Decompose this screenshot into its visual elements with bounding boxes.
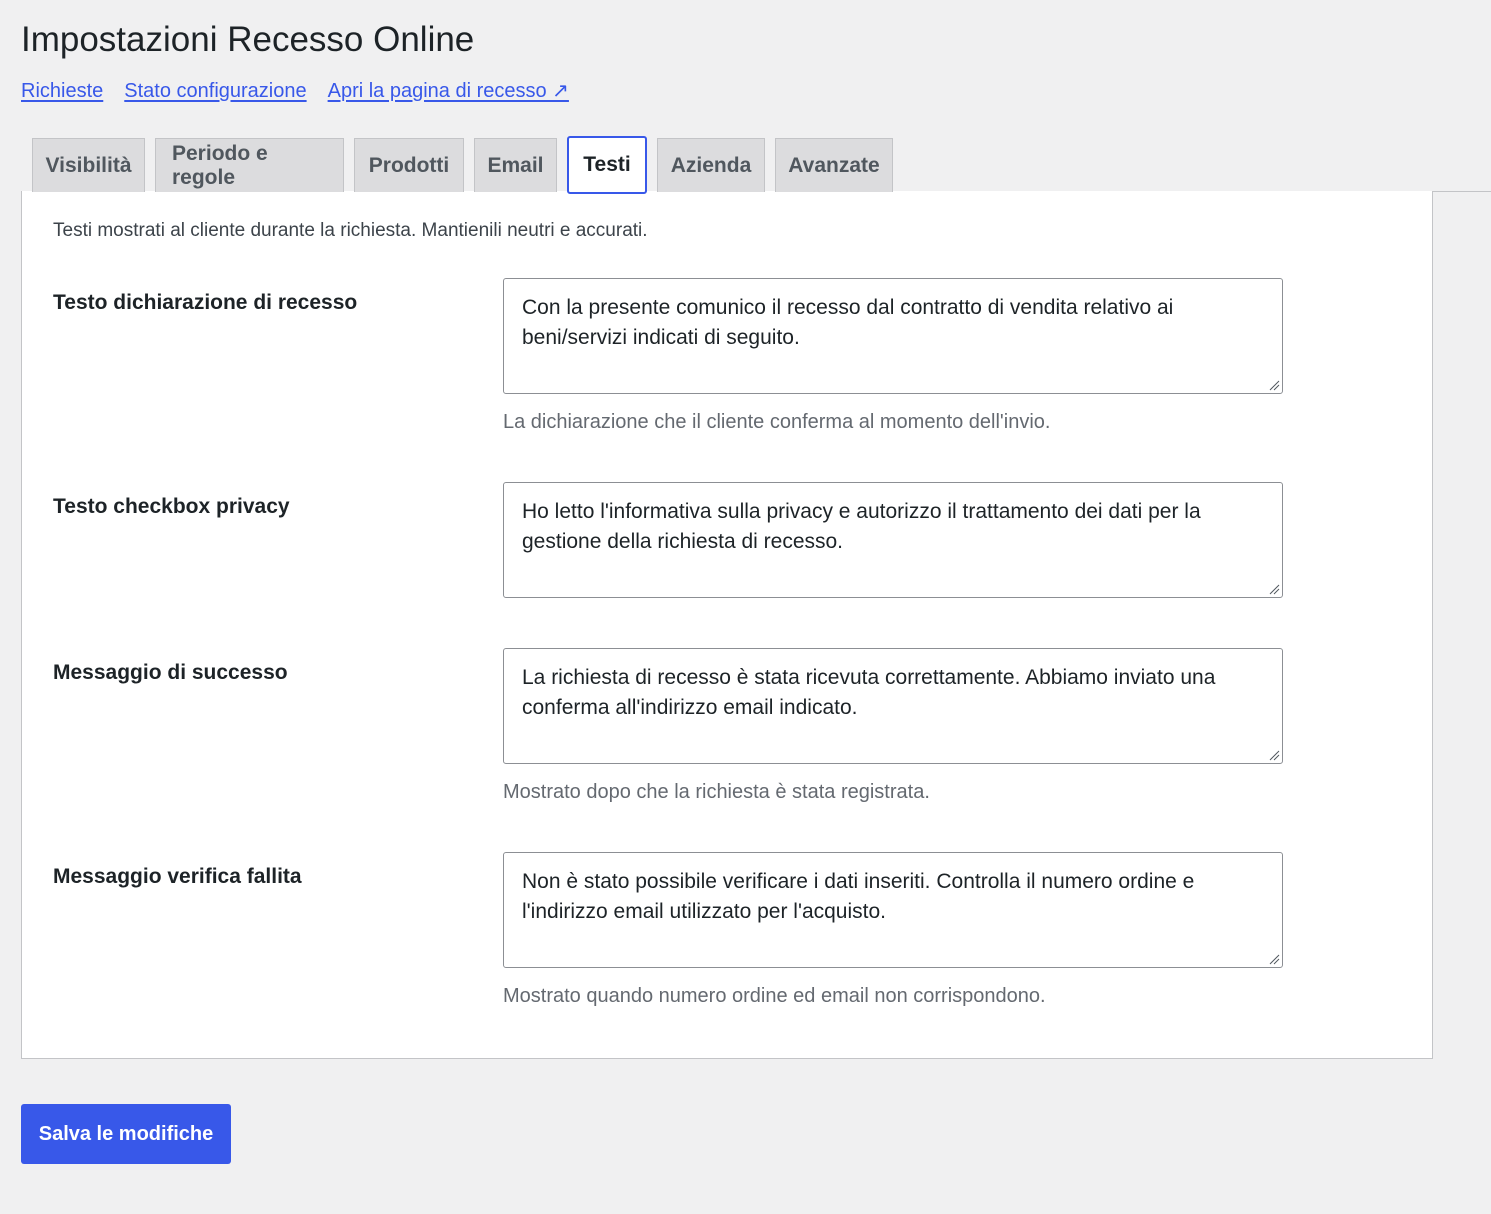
textarea-value: Non è stato possibile verificare i dati … xyxy=(522,870,1195,923)
resize-grip-icon[interactable] xyxy=(1268,749,1280,761)
tab-avanzate[interactable]: Avanzate xyxy=(775,138,893,192)
tab-prodotti[interactable]: Prodotti xyxy=(354,138,464,192)
label-checkbox-privacy: Testo checkbox privacy xyxy=(53,495,290,518)
settings-tabs: Visibilità Periodo e regole Prodotti Ema… xyxy=(32,136,893,194)
label-messaggio-verifica-fallita: Messaggio verifica fallita xyxy=(53,865,302,888)
link-stato-configurazione[interactable]: Stato configurazione xyxy=(124,78,306,104)
help-messaggio-successo: Mostrato dopo che la richiesta è stata r… xyxy=(503,781,930,803)
subnav: Richieste Stato configurazione Apri la p… xyxy=(21,78,569,104)
save-button[interactable]: Salva le modifiche xyxy=(21,1104,231,1164)
label-dichiarazione-recesso: Testo dichiarazione di recesso xyxy=(53,291,358,314)
textarea-value: La richiesta di recesso è stata ricevuta… xyxy=(522,666,1216,719)
textarea-messaggio-successo[interactable]: La richiesta di recesso è stata ricevuta… xyxy=(503,648,1283,764)
link-apri-pagina-recesso[interactable]: Apri la pagina di recesso ↗ xyxy=(328,78,569,104)
textarea-value: Con la presente comunico il recesso dal … xyxy=(522,296,1174,349)
panel-intro: Testi mostrati al cliente durante la ric… xyxy=(53,220,648,241)
resize-grip-icon[interactable] xyxy=(1268,953,1280,965)
label-messaggio-successo: Messaggio di successo xyxy=(53,661,288,684)
resize-grip-icon[interactable] xyxy=(1268,379,1280,391)
textarea-messaggio-verifica-fallita[interactable]: Non è stato possibile verificare i dati … xyxy=(503,852,1283,968)
tab-email[interactable]: Email xyxy=(474,138,557,192)
textarea-value: Ho letto l'informativa sulla privacy e a… xyxy=(522,500,1201,553)
textarea-dichiarazione-recesso[interactable]: Con la presente comunico il recesso dal … xyxy=(503,278,1283,394)
resize-grip-icon[interactable] xyxy=(1268,583,1280,595)
help-dichiarazione-recesso: La dichiarazione che il cliente conferma… xyxy=(503,411,1051,433)
textarea-checkbox-privacy[interactable]: Ho letto l'informativa sulla privacy e a… xyxy=(503,482,1283,598)
help-messaggio-verifica-fallita: Mostrato quando numero ordine ed email n… xyxy=(503,985,1046,1007)
page-title: Impostazioni Recesso Online xyxy=(21,20,475,59)
tab-testi[interactable]: Testi xyxy=(567,136,647,194)
settings-panel: Testi mostrati al cliente durante la ric… xyxy=(21,191,1433,1059)
tab-azienda[interactable]: Azienda xyxy=(657,138,765,192)
link-richieste[interactable]: Richieste xyxy=(21,78,103,104)
tab-visibilita[interactable]: Visibilità xyxy=(32,138,145,192)
tab-periodo-e-regole[interactable]: Periodo e regole xyxy=(155,138,344,192)
